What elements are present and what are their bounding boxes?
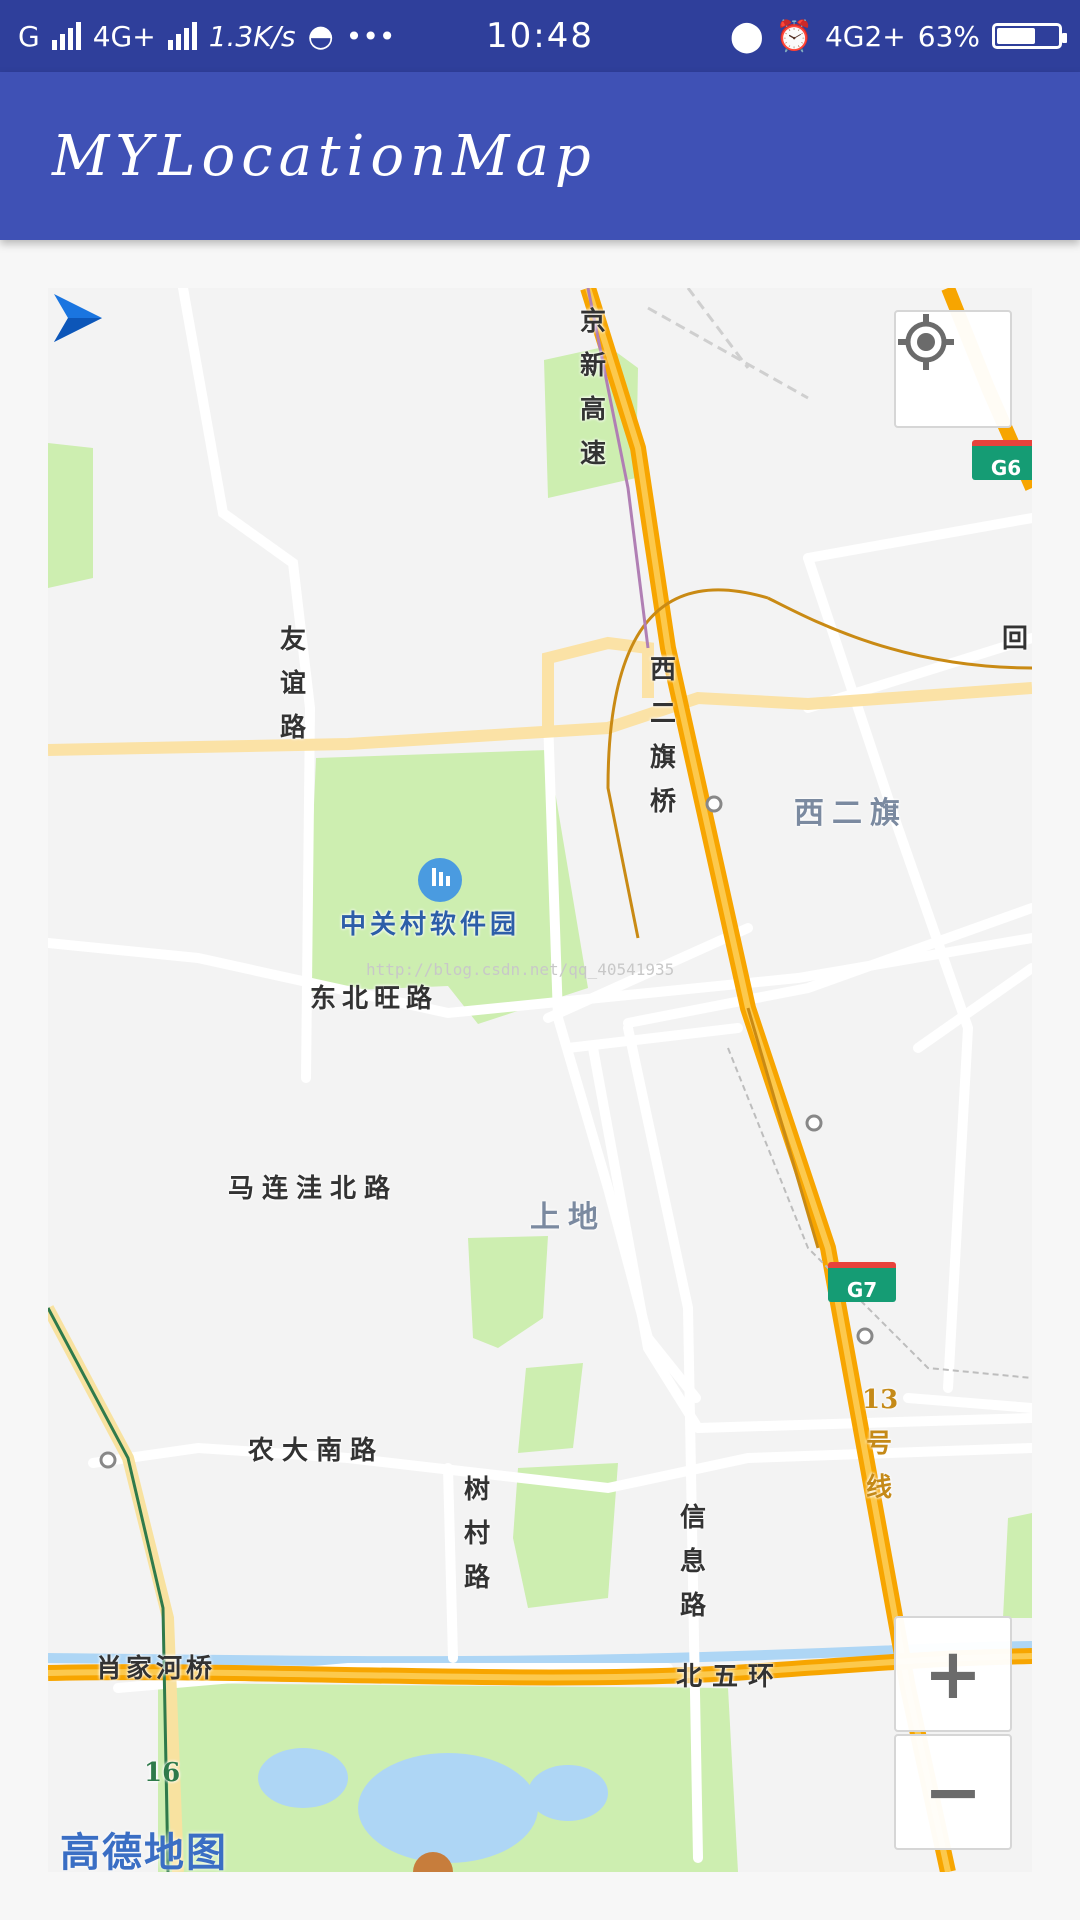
label-youyi: 友谊路 (279, 625, 306, 743)
network-2-label: 4G2+ (824, 19, 906, 53)
battery-percent: 63% (917, 19, 980, 53)
label-shangdi: 上地 (530, 1200, 606, 1235)
label-zhongguancun: 中关村软件园 (340, 910, 521, 940)
label-xierqiqiao: 西二旗桥 (649, 655, 676, 817)
label-beiwuhuan: 北五环 (676, 1662, 785, 1692)
signal-icon (51, 22, 81, 50)
label-shucun: 树村路 (463, 1475, 490, 1593)
label-line13: 13号线 (862, 1385, 899, 1503)
status-bar: G 4G+ 1.3K/s ◓ ••• 10:48 ⬤ ⏰ 4G2+ 63% (0, 0, 1080, 72)
label-jingxin: 京新高速 (579, 307, 606, 469)
label-xinxi: 信息路 (679, 1503, 706, 1621)
signal-icon-2 (167, 22, 197, 50)
label-line16: 16 (144, 1758, 181, 1788)
label-xiaojiahe: 肖家河桥 (96, 1654, 217, 1684)
speed-label: 1.3K/s (208, 19, 296, 53)
plus-icon: + (923, 1633, 983, 1715)
label-maliandwa: 马连洼北路 (228, 1174, 399, 1204)
app-title: MYLocationMap (52, 123, 597, 189)
shield-g6: G6 (972, 440, 1032, 480)
battery-icon (992, 23, 1067, 49)
label-hui: 回 (1002, 624, 1029, 654)
lake-3 (258, 1748, 348, 1808)
status-left: G 4G+ 1.3K/s ◓ ••• (18, 19, 395, 54)
carrier-label: G (18, 19, 40, 53)
my-location-arrow-icon (54, 294, 102, 342)
app-bar: MYLocationMap (0, 72, 1080, 240)
alarm-icon: ⏰ (775, 18, 813, 54)
locate-icon (898, 314, 954, 370)
minus-icon: − (923, 1751, 983, 1833)
green-area-left (48, 443, 93, 588)
more-indicator: ••• (345, 19, 396, 53)
label-xierqi: 西二旗 (794, 796, 908, 831)
amap-logo: 高德地图 (60, 1830, 228, 1872)
shield-g7: G7 (828, 1262, 896, 1302)
map-view[interactable]: 京新高速 友谊路 西二旗桥 西二旗 回 中关村软件园 http://blog.c… (48, 288, 1032, 1872)
location-icon: ⬤ (730, 18, 764, 54)
label-dongbeiwang: 东北旺路 (310, 984, 439, 1014)
lake (358, 1753, 538, 1863)
watermark: http://blog.csdn.net/qq_40541935 (366, 960, 675, 979)
battery-fill (997, 28, 1035, 44)
green-area-mid2 (518, 1363, 583, 1453)
zoom-out-button[interactable]: − (894, 1734, 1012, 1850)
locate-button[interactable] (894, 310, 1012, 428)
network-label: 4G+ (92, 19, 156, 53)
map-canvas[interactable] (48, 288, 1032, 1872)
label-nongda: 农大南路 (248, 1436, 385, 1466)
status-right: ⬤ ⏰ 4G2+ 63% (730, 18, 1067, 54)
zoom-in-button[interactable]: + (894, 1616, 1012, 1732)
qq-icon: ◓ (307, 18, 334, 54)
lake-2 (528, 1765, 608, 1821)
